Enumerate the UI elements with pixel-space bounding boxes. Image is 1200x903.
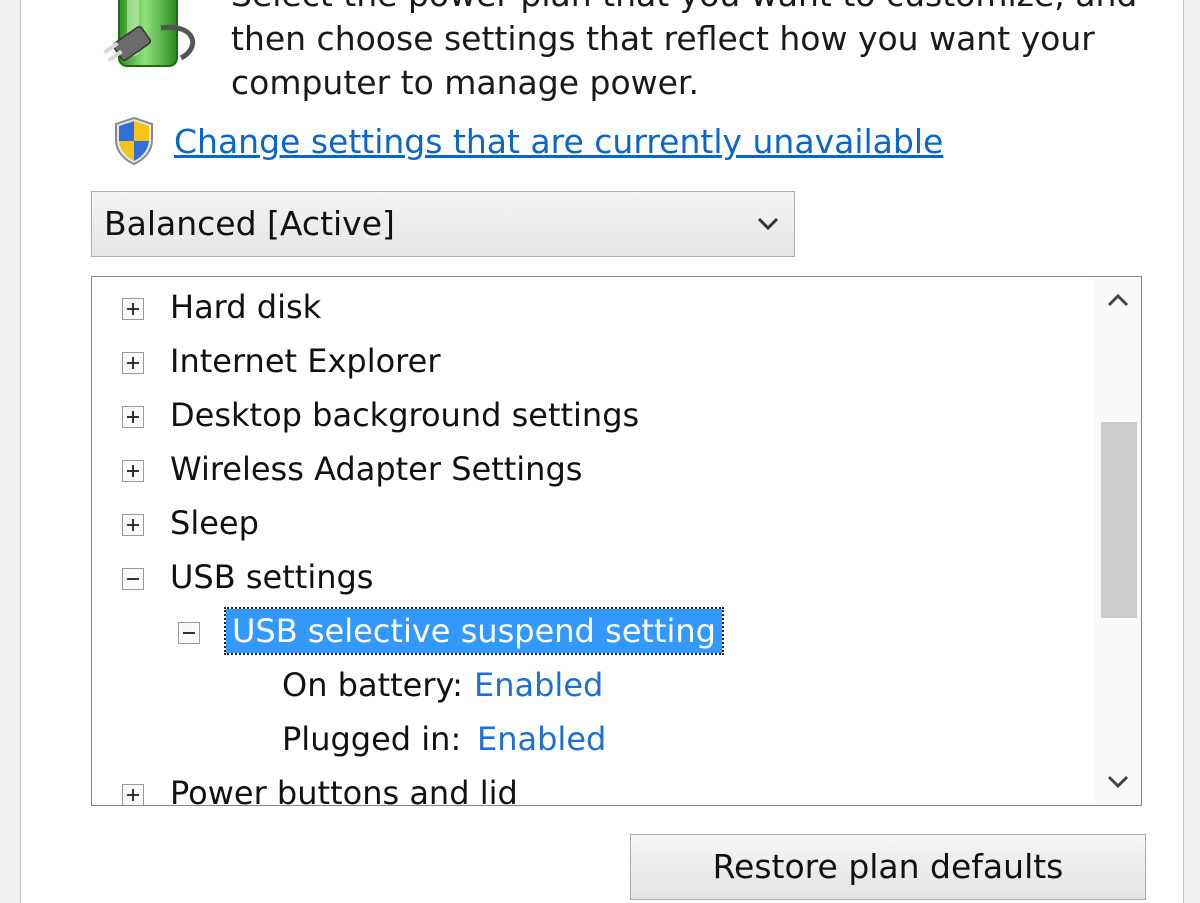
intro-text: Select the power plan that you want to c… [231, 0, 1137, 105]
expand-plus-icon[interactable] [122, 460, 144, 482]
scroll-down-button[interactable] [1095, 759, 1141, 805]
uac-shield-icon [113, 116, 155, 166]
tree-item-label: Sleep [170, 504, 259, 542]
intro-line-3: computer to manage power. [231, 63, 699, 102]
scroll-down-icon [1107, 775, 1129, 789]
power-options-panel: Select the power plan that you want to c… [20, 0, 1184, 903]
chevron-down-icon [756, 214, 780, 234]
tree-item-label: Desktop background settings [170, 396, 640, 434]
scroll-up-icon [1107, 293, 1129, 307]
intro-line-2: then choose settings that reflect how yo… [231, 19, 1095, 58]
setting-value-link[interactable]: Enabled [477, 717, 606, 761]
plan-select-dropdown[interactable]: Balanced [Active] [91, 191, 795, 257]
tree-item-label: On battery: [282, 666, 463, 704]
change-settings-link[interactable]: Change settings that are currently unava… [174, 120, 943, 164]
tree-item-label: USB selective suspend setting [224, 607, 724, 655]
expand-plus-icon[interactable] [122, 298, 144, 320]
scroll-up-button[interactable] [1095, 277, 1141, 323]
tree-item-label: Wireless Adapter Settings [170, 450, 583, 488]
expand-plus-icon[interactable] [122, 514, 144, 536]
expand-plus-icon[interactable] [122, 352, 144, 374]
expand-plus-icon[interactable] [122, 406, 144, 428]
vertical-scrollbar[interactable] [1095, 277, 1141, 805]
intro-line-1: Select the power plan that you want to c… [231, 0, 1137, 17]
tree-item-label: USB settings [170, 558, 374, 596]
battery-plug-icon [101, 0, 206, 83]
tree-item-label: Hard disk [170, 288, 322, 326]
collapse-minus-icon[interactable] [122, 568, 144, 590]
restore-plan-defaults-button[interactable]: Restore plan defaults [630, 834, 1146, 900]
tree-item-label: Power buttons and lid [170, 774, 518, 806]
expand-plus-icon[interactable] [122, 784, 144, 805]
advanced-settings-tree[interactable]: Hard disk Internet Explorer Desktop backgr… [91, 276, 1142, 806]
tree-item-label: Internet Explorer [170, 342, 441, 380]
scroll-thumb[interactable] [1101, 422, 1137, 618]
plan-select-value: Balanced [Active] [104, 204, 395, 243]
setting-value-link[interactable]: Enabled [474, 663, 603, 707]
tree-item-label: Plugged in: [282, 720, 462, 758]
collapse-minus-icon[interactable] [178, 622, 200, 644]
